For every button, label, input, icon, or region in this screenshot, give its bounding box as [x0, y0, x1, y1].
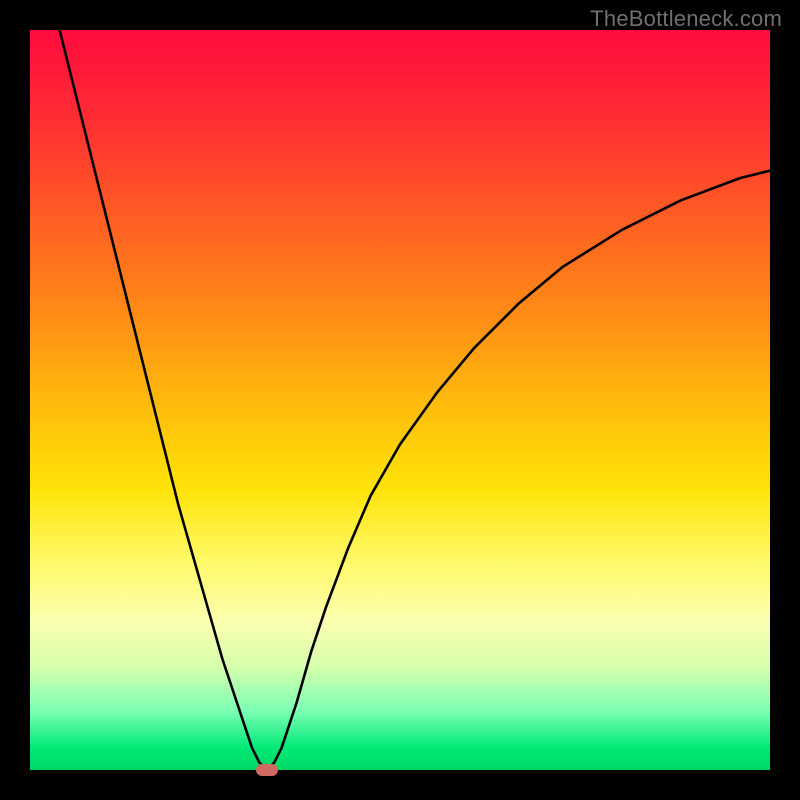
curve-svg	[30, 30, 770, 770]
chart-frame: TheBottleneck.com	[0, 0, 800, 800]
plot-area	[30, 30, 770, 770]
watermark-text: TheBottleneck.com	[590, 6, 782, 32]
bottleneck-curve	[60, 30, 770, 770]
optimum-marker	[256, 764, 278, 776]
